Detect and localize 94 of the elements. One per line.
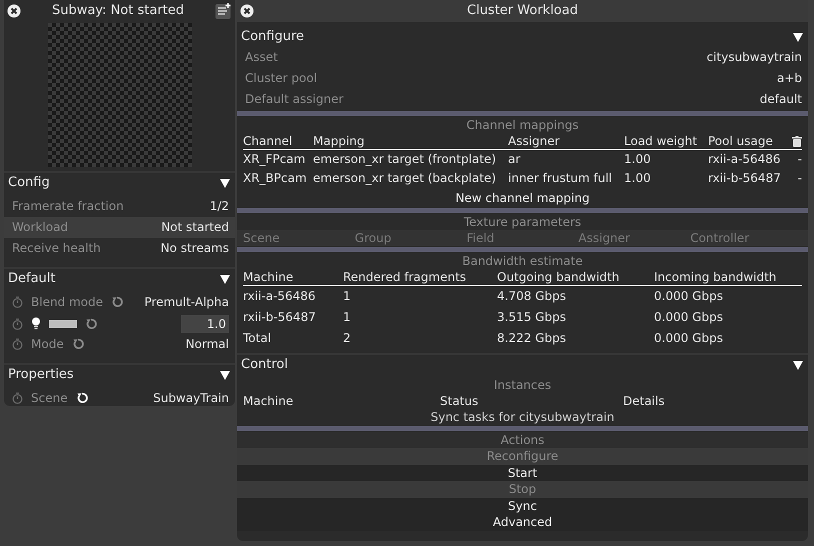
column-header: Pool usage (708, 133, 788, 150)
table-cell-text: 1 (343, 288, 352, 305)
property-label: Asset (245, 50, 278, 65)
property-value[interactable]: Premult-Alpha (144, 295, 229, 310)
column-header: Machine (243, 269, 343, 286)
table-cell-text: inner frustum full (508, 170, 614, 187)
column-header: Scene (243, 230, 281, 246)
property-value: 1/2 (210, 199, 229, 214)
table-title: Bandwidth estimate (461, 253, 584, 269)
stopwatch-icon (12, 318, 23, 330)
property-value[interactable]: SubwayTrain (153, 391, 229, 406)
property-value: a+b (776, 71, 802, 86)
column-header: Assigner (578, 230, 631, 246)
table-cell-text: 2 (343, 330, 352, 347)
column-header: Channel (243, 133, 313, 150)
column-header: Mapping (313, 133, 508, 150)
trash-icon[interactable] (792, 136, 802, 146)
close-icon[interactable] (240, 4, 254, 18)
table-cell-text: rxii-a-56486 (708, 151, 782, 168)
collapse-icon[interactable] (219, 176, 231, 188)
section-header[interactable]: Properties (8, 366, 74, 382)
table-cell-text: emerson_xr target (frontplate) (313, 151, 498, 168)
property-label: Default assigner (245, 92, 344, 107)
property-label: Scene (31, 391, 68, 406)
property-value: default (760, 92, 802, 107)
action-button[interactable]: Advanced (237, 514, 808, 530)
property-label: Receive health (12, 241, 101, 256)
table-title: Channel mappings (465, 117, 580, 133)
collapse-icon[interactable] (792, 358, 804, 370)
collapse-icon[interactable] (219, 368, 231, 380)
close-icon[interactable] (7, 4, 21, 18)
stopwatch-icon (12, 296, 23, 308)
table-cell-text: - (796, 151, 802, 168)
stopwatch-icon (12, 338, 23, 350)
table-cell-text: 0.000 Gbps (654, 309, 724, 326)
table-cell-text: 1.00 (624, 170, 652, 187)
column-header: Group (354, 230, 392, 246)
stopwatch-icon (12, 392, 23, 404)
slider[interactable] (49, 320, 77, 328)
column-header: Outgoing bandwidth (497, 269, 654, 286)
panel-title: Subway: Not started (50, 3, 186, 19)
collapse-icon[interactable] (792, 30, 804, 42)
table-cell-text: - (796, 170, 802, 187)
notes-icon[interactable] (215, 3, 231, 19)
table-cell-text: 1 (343, 309, 352, 326)
action-button[interactable]: Start (237, 464, 808, 481)
table-cell-text: 1.00 (624, 151, 652, 168)
table-cell-text: rxii-b-56487 (243, 309, 317, 326)
column-header: Machine (243, 393, 294, 409)
column-header: Incoming bandwidth (654, 269, 802, 286)
section-header[interactable]: Control (241, 356, 288, 372)
table-cell-text: 0.000 Gbps (654, 288, 724, 305)
property-value: No streams (160, 241, 229, 256)
table-cell-text: Total (243, 330, 272, 347)
sync-note: Sync tasks for citysubwaytrain (430, 409, 616, 425)
property-label: Blend mode (31, 295, 104, 310)
column-header: Status (440, 393, 480, 409)
table-cell-text: XR_BPcam (243, 170, 308, 187)
property-label: Framerate fraction (12, 199, 124, 214)
property-value: Not started (161, 220, 229, 235)
property-row[interactable]: Workload Not started (4, 217, 235, 238)
column-header: Load weight (624, 133, 708, 150)
table-cell-text: rxii-a-56486 (243, 288, 317, 305)
action-button[interactable]: Sync (237, 498, 808, 514)
column-header: Rendered fragments (343, 269, 497, 286)
property-value[interactable]: Normal (186, 337, 229, 352)
collapse-icon[interactable] (219, 272, 231, 284)
bulb-icon (31, 317, 41, 330)
column-header: Field (466, 230, 496, 246)
property-label: Cluster pool (245, 71, 318, 86)
table-cell-text: 0.000 Gbps (654, 330, 724, 347)
table-cell-text: 3.515 Gbps (497, 309, 567, 326)
table-cell-text: 8.222 Gbps (497, 330, 567, 347)
property-row[interactable]: Framerate fraction 1/2 (4, 196, 235, 217)
column-header: Controller (690, 230, 750, 246)
section-header[interactable]: Config (8, 174, 50, 190)
window-title: Cluster Workload (466, 3, 579, 19)
property-label: Workload (12, 220, 68, 235)
new-mapping-button[interactable]: New channel mapping (237, 188, 808, 207)
table-title: Instances (492, 377, 552, 393)
value-field[interactable]: 1.0 (181, 314, 229, 332)
column-header: Assigner (508, 133, 624, 150)
property-value: citysubwaytrain (706, 50, 802, 65)
table-title: Texture parameters (462, 214, 582, 230)
table-cell-text: emerson_xr target (backplate) (313, 170, 498, 187)
table-cell-text: rxii-b-56487 (708, 170, 782, 187)
column-header: Details (623, 393, 666, 409)
table-cell-text: ar (508, 151, 522, 168)
property-row[interactable]: Receive health No streams (4, 238, 235, 259)
table-cell-text: XR_FPcam (243, 151, 306, 168)
property-label: Mode (31, 337, 64, 352)
section-header[interactable]: Default (8, 270, 56, 286)
table-cell-text: 4.708 Gbps (497, 288, 567, 305)
section-header[interactable]: Configure (241, 28, 304, 44)
